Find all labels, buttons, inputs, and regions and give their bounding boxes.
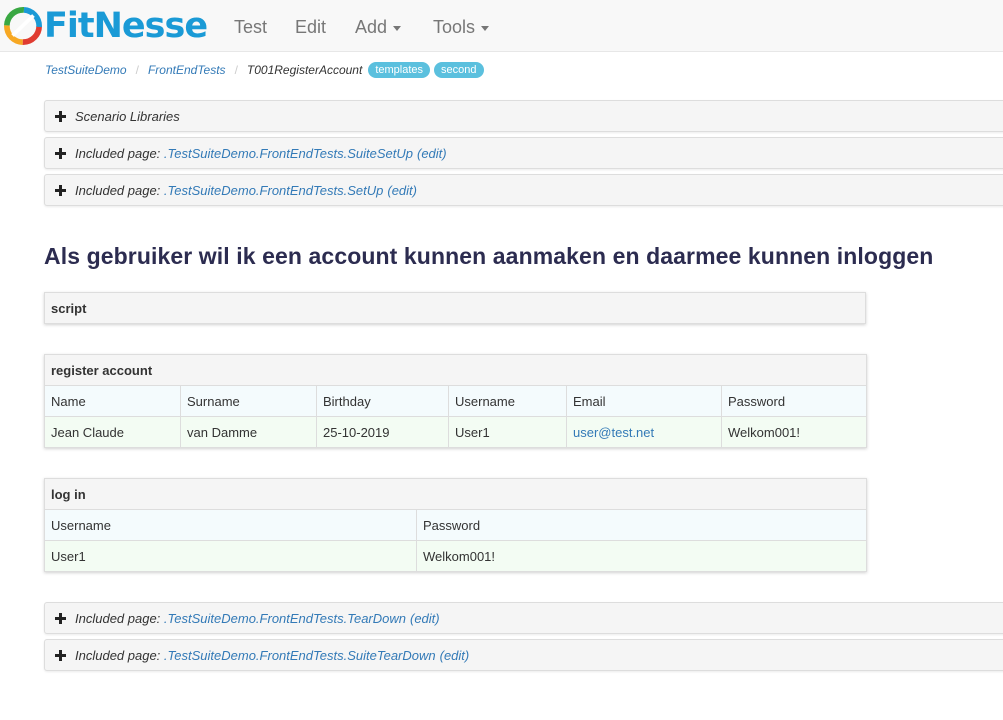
fitnesse-logo-icon [4, 7, 42, 45]
register-account-table: register account Name Surname Birthday U… [43, 354, 868, 448]
section-label: Included page: [75, 145, 161, 161]
plus-icon [55, 147, 66, 159]
breadcrumb: TestSuiteDemo / FrontEndTests / T001Regi… [45, 62, 484, 78]
breadcrumb-current: T001RegisterAccount [246, 63, 363, 77]
breadcrumb-item-testsuitedemo[interactable]: TestSuiteDemo [45, 63, 127, 77]
script-table: script [44, 292, 866, 324]
section-label: Included page: [75, 182, 161, 198]
table-cell: Welkom001! [720, 416, 868, 448]
included-page-link[interactable]: .TestSuiteDemo.FrontEndTests.SetUp [164, 183, 383, 198]
section-label: Included page: [75, 647, 161, 663]
table-title: register account [43, 354, 868, 386]
included-page-link[interactable]: .TestSuiteDemo.FrontEndTests.SuiteTearDo… [164, 648, 436, 663]
plus-icon [55, 649, 66, 661]
column-header: Username [448, 385, 567, 417]
page-title: Als gebruiker wil ik een account kunnen … [44, 243, 934, 269]
table-header-row: Username Password [44, 509, 868, 541]
breadcrumb-separator: / [135, 63, 139, 77]
table-cell: Jean Claude [44, 416, 181, 448]
section-label: Included page: [75, 610, 161, 626]
section-included-suiteteardown[interactable]: Included page: .TestSuiteDemo.FrontEndTe… [44, 639, 1003, 671]
column-header: Password [720, 385, 868, 417]
plus-icon [55, 184, 66, 196]
table-cell: van Damme [180, 416, 317, 448]
menu-test[interactable]: Test [234, 16, 267, 38]
column-header: Password [415, 509, 868, 541]
chevron-down-icon [393, 25, 402, 31]
brand[interactable]: FitNesse [4, 3, 208, 49]
brand-name: FitNesse [44, 6, 208, 46]
included-page-link[interactable]: .TestSuiteDemo.FrontEndTests.TearDown [164, 611, 406, 626]
tag-templates[interactable]: templates [368, 62, 431, 78]
table-cell: Welkom001! [415, 540, 868, 572]
table-cell: 25-10-2019 [316, 416, 449, 448]
table-cell: user@test.net [566, 416, 722, 448]
section-included-setup[interactable]: Included page: .TestSuiteDemo.FrontEndTe… [44, 174, 1003, 206]
tag-second[interactable]: second [434, 62, 484, 78]
chevron-down-icon [481, 25, 490, 31]
column-header: Name [44, 385, 181, 417]
plus-icon [55, 110, 66, 122]
menu-tools-label: Tools [433, 17, 476, 37]
table-cell: User1 [448, 416, 567, 448]
column-header: Email [566, 385, 722, 417]
column-header: Username [44, 509, 417, 541]
table-title: log in [43, 478, 868, 510]
menu-edit[interactable]: Edit [295, 16, 326, 38]
table-cell: User1 [44, 540, 417, 572]
menu-add-label: Add [355, 17, 388, 37]
included-page-link[interactable]: .TestSuiteDemo.FrontEndTests.SuiteSetUp [164, 146, 413, 161]
email-link[interactable]: user@test.net [573, 425, 654, 440]
column-header: Birthday [316, 385, 449, 417]
edit-link[interactable]: (edit) [410, 611, 440, 626]
edit-link[interactable]: (edit) [440, 648, 470, 663]
breadcrumb-item-frontendtests[interactable]: FrontEndTests [148, 63, 226, 77]
section-included-teardown[interactable]: Included page: .TestSuiteDemo.FrontEndTe… [44, 602, 1003, 634]
menu-add[interactable]: Add [355, 16, 402, 38]
section-label: Scenario Libraries [75, 108, 180, 124]
table-title: script [44, 292, 866, 324]
breadcrumb-separator: / [234, 63, 238, 77]
plus-icon [55, 612, 66, 624]
section-scenario-libraries[interactable]: Scenario Libraries [44, 100, 1003, 132]
edit-link[interactable]: (edit) [417, 146, 447, 161]
section-included-suitesetup[interactable]: Included page: .TestSuiteDemo.FrontEndTe… [44, 137, 1003, 169]
menu-tools[interactable]: Tools [433, 16, 490, 38]
top-navbar: FitNesse Test Edit Add Tools [0, 0, 1003, 52]
column-header: Surname [180, 385, 317, 417]
login-table: log in Username Password User1 Welkom001… [43, 478, 868, 572]
table-header-row: Name Surname Birthday Username Email Pas… [44, 385, 868, 417]
edit-link[interactable]: (edit) [387, 183, 417, 198]
table-row: Jean Claude van Damme 25-10-2019 User1 u… [44, 416, 868, 448]
table-row: User1 Welkom001! [44, 540, 868, 572]
